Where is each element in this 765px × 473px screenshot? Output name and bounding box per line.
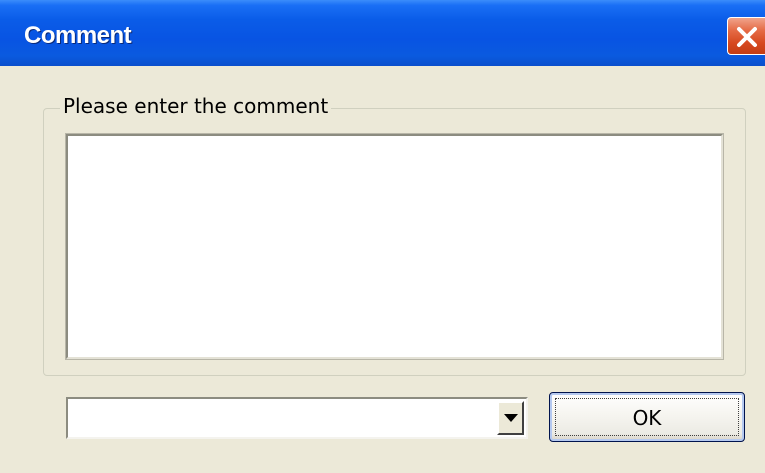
combo-dropdown-button[interactable] xyxy=(497,401,524,435)
chevron-down-icon xyxy=(504,414,518,422)
comment-dialog: Comment Please enter the comment OK xyxy=(0,0,765,473)
ok-button-label: OK xyxy=(632,406,662,430)
window-title: Comment xyxy=(24,22,132,49)
category-combobox[interactable] xyxy=(66,397,528,439)
comment-input[interactable] xyxy=(65,133,724,360)
group-label: Please enter the comment xyxy=(60,93,332,119)
ok-button[interactable]: OK xyxy=(549,392,745,442)
close-button[interactable] xyxy=(727,17,765,55)
title-bar[interactable]: Comment xyxy=(0,0,765,66)
close-icon xyxy=(737,27,757,47)
